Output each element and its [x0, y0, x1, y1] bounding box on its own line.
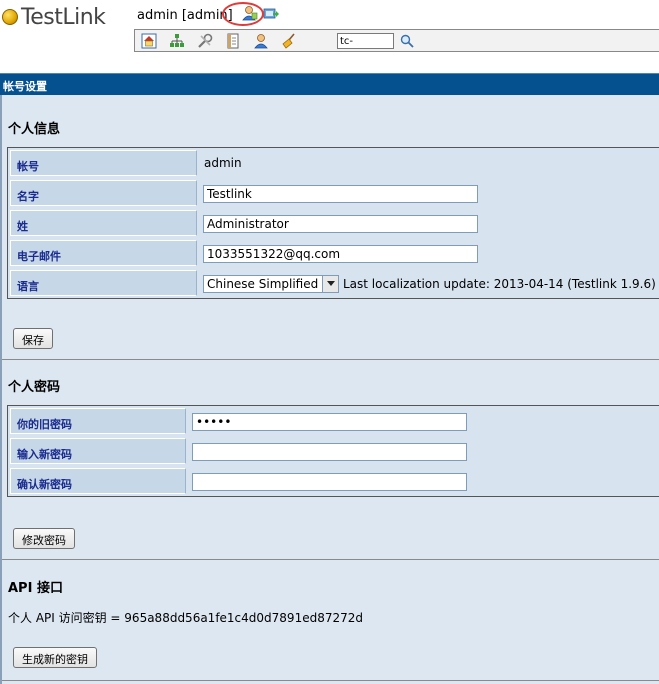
lastname-value-cell: [197, 210, 659, 236]
chevron-down-icon[interactable]: [322, 276, 338, 292]
new-password-label: 输入新密码: [10, 438, 186, 464]
row-old-password: 你的旧密码: [10, 408, 659, 436]
confirm-password-field[interactable]: [192, 473, 467, 491]
document-icon[interactable]: [224, 32, 242, 50]
api-title: API 接口: [8, 581, 63, 596]
email-value-cell: [197, 240, 659, 266]
language-label: 语言: [10, 270, 197, 296]
account-label: 帐号: [10, 150, 197, 176]
change-password-button[interactable]: 修改密码: [13, 528, 75, 549]
divider: [2, 559, 659, 560]
home-icon[interactable]: [140, 32, 158, 50]
tools-icon[interactable]: [196, 32, 214, 50]
lastname-label: 姓: [10, 210, 197, 236]
localization-note: Last localization update: 2013-04-14 (Te…: [343, 277, 656, 291]
old-password-field[interactable]: [192, 413, 467, 431]
account-settings-panel: 个人信息 帐号 admin 名字 姓 电子邮件 语言: [0, 95, 659, 684]
confirm-password-cell: [186, 468, 659, 494]
firstname-value-cell: [197, 180, 659, 206]
language-value-cell: Chinese Simplified Last localization upd…: [197, 270, 659, 296]
personal-password-title: 个人密码: [8, 380, 61, 395]
password-table: 你的旧密码 输入新密码 确认新密码: [7, 405, 659, 497]
new-password-field[interactable]: [192, 443, 467, 461]
new-password-cell: [186, 438, 659, 464]
divider: [2, 680, 659, 681]
generate-key-button[interactable]: 生成新的密钥: [13, 647, 97, 668]
email-field[interactable]: [203, 245, 478, 263]
lastname-field[interactable]: [203, 215, 478, 233]
toolbar: [134, 29, 659, 52]
old-password-label: 你的旧密码: [10, 408, 186, 434]
language-select[interactable]: Chinese Simplified: [203, 275, 339, 293]
search-icon[interactable]: [398, 32, 416, 50]
row-firstname: 名字: [10, 180, 659, 208]
language-selected-value: Chinese Simplified: [207, 277, 319, 291]
tree-icon[interactable]: [168, 32, 186, 50]
account-value-cell: admin: [197, 150, 659, 176]
firstname-field[interactable]: [203, 185, 478, 203]
header: TestLink admin [admin]: [0, 0, 659, 72]
row-account: 帐号 admin: [10, 150, 659, 178]
highlight-circle: [222, 2, 264, 26]
row-email: 电子邮件: [10, 240, 659, 268]
row-lastname: 姓: [10, 210, 659, 238]
personal-info-table: 帐号 admin 名字 姓 电子邮件 语言: [7, 147, 659, 299]
user-icon[interactable]: [252, 32, 270, 50]
page-title: 帐号设置: [0, 73, 659, 95]
email-label: 电子邮件: [10, 240, 197, 266]
testlink-logo[interactable]: TestLink: [2, 4, 106, 30]
personal-info-title: 个人信息: [8, 122, 61, 137]
testcase-search-input[interactable]: [337, 33, 394, 49]
account-value: admin: [204, 156, 242, 170]
old-password-cell: [186, 408, 659, 434]
divider: [2, 359, 659, 360]
logo-dot-icon: [2, 9, 18, 25]
firstname-label: 名字: [10, 180, 197, 206]
save-button[interactable]: 保存: [13, 328, 53, 349]
user-label: admin [admin]: [137, 8, 233, 23]
row-new-password: 输入新密码: [10, 438, 659, 466]
logo-text: TestLink: [21, 4, 106, 30]
row-language: 语言 Chinese Simplified Last localization …: [10, 270, 659, 298]
api-key-line: 个人 API 访问密钥 = 965a88dd56a1fe1c4d0d7891ed…: [8, 611, 363, 625]
row-confirm-password: 确认新密码: [10, 468, 659, 496]
logout-icon[interactable]: [262, 5, 280, 23]
broom-icon[interactable]: [280, 32, 298, 50]
confirm-password-label: 确认新密码: [10, 468, 186, 494]
